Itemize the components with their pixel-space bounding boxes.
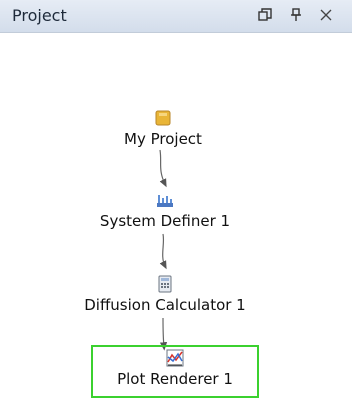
node-system-definer[interactable]: System Definer 1 [60, 191, 270, 230]
restore-window-icon [258, 8, 272, 21]
calculator-icon [158, 275, 172, 293]
edge-calculator-to-plot [159, 317, 168, 351]
project-graph-canvas: My Project System Definer 1 Diffusion Ca… [0, 34, 352, 398]
node-plot-renderer[interactable]: Plot Renderer 1 [91, 349, 259, 388]
pin-button[interactable] [286, 5, 306, 25]
node-label: Plot Renderer 1 [117, 370, 233, 388]
node-label: Diffusion Calculator 1 [84, 296, 246, 314]
edge-definer-to-calculator [159, 233, 167, 270]
close-button[interactable] [316, 5, 336, 25]
project-folder-icon [155, 110, 171, 126]
plot-icon [166, 349, 184, 367]
system-definer-icon [157, 195, 173, 207]
node-diffusion-calculator[interactable]: Diffusion Calculator 1 [50, 275, 280, 314]
panel-titlebar: Project [0, 0, 352, 33]
edge-project-to-definer [159, 149, 167, 188]
panel-title: Project [12, 6, 67, 25]
close-icon [320, 9, 332, 21]
project-panel: Project My Project System Definer 1 Diff… [0, 0, 352, 398]
node-label: System Definer 1 [99, 212, 231, 230]
pin-icon [291, 8, 301, 21]
node-my-project[interactable]: My Project [88, 109, 238, 148]
restore-button[interactable] [255, 5, 275, 25]
node-label: My Project [124, 130, 202, 148]
